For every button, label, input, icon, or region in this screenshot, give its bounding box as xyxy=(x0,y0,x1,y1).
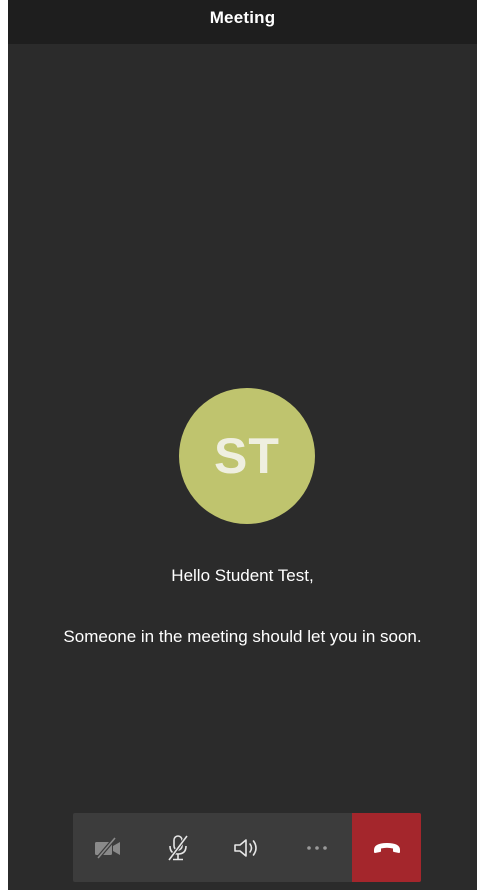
more-options-button[interactable] xyxy=(282,813,352,882)
speaker-icon xyxy=(232,837,262,859)
lobby-message: Someone in the meeting should let you in… xyxy=(63,627,422,646)
avatar: ST xyxy=(179,388,315,524)
camera-off-icon xyxy=(93,836,123,859)
title-bar: Meeting xyxy=(8,0,477,44)
lobby-greeting: Hello Student Test, xyxy=(171,566,314,585)
hang-up-icon xyxy=(372,841,402,855)
meeting-screen: Meeting ST Hello Student Test, Someone i… xyxy=(8,0,477,890)
microphone-muted-icon xyxy=(166,834,190,862)
speaker-button[interactable] xyxy=(213,813,283,882)
more-options-icon xyxy=(305,845,329,851)
microphone-toggle-button[interactable] xyxy=(143,813,213,882)
page-title: Meeting xyxy=(209,8,276,27)
avatar-initials: ST xyxy=(214,428,280,484)
hang-up-button[interactable] xyxy=(352,813,421,882)
camera-toggle-button[interactable] xyxy=(73,813,143,882)
call-controls-bar xyxy=(73,813,421,882)
